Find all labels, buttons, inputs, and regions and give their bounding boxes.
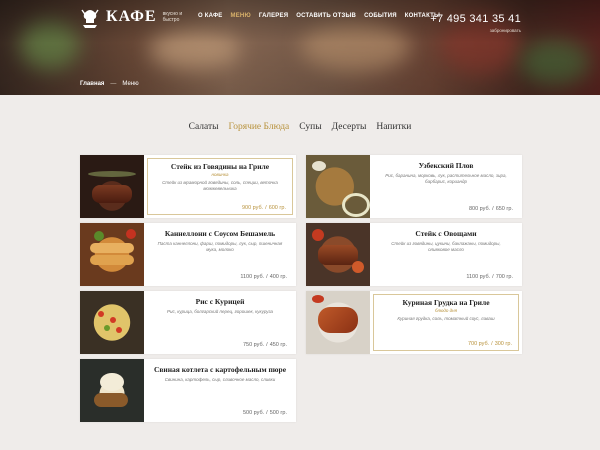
card-description: Свинина, картофель, сыр, сливочное масло… <box>164 377 276 382</box>
nav-item-review[interactable]: Оставить отзыв <box>292 13 360 19</box>
card-body: Каннеллони с Соусом Бешамель Паста канне… <box>147 226 293 283</box>
plov-photo <box>306 155 370 218</box>
weight-value: 400 гр. <box>269 274 287 280</box>
tab-soups[interactable]: Супы <box>299 122 321 132</box>
card-title: Каннеллони с Соусом Бешамель <box>164 229 276 238</box>
card-body: Узбекский Плов Рис, баранина, морковь, л… <box>373 158 519 215</box>
menu-card[interactable]: Свиная котлета с картофельным пюре Свини… <box>80 359 296 422</box>
price-value: 1100 руб. <box>466 274 491 280</box>
price-value: 700 руб. <box>467 341 490 347</box>
hero-banner: КАФЕ вкусно и быстро О кафе Меню Галерея… <box>0 0 600 95</box>
price-value: 1100 руб. <box>240 274 265 280</box>
rice-chicken-photo <box>80 291 144 354</box>
tab-salads[interactable]: Салаты <box>189 122 219 132</box>
logo[interactable]: КАФЕ вкусно и быстро <box>80 6 189 28</box>
steak-photo <box>80 155 144 218</box>
weight-value: 500 гр. <box>269 410 287 416</box>
tab-drinks[interactable]: Напитки <box>376 122 411 132</box>
menu-card[interactable]: Стейк с Овощами Стейк из говядины, цукин… <box>306 223 522 286</box>
card-title: Куриная Грудка на Гриле <box>402 298 490 307</box>
contact-block: +7 495 341 35 41 забронировать <box>430 9 521 33</box>
steak-vegetables-photo <box>306 223 370 286</box>
card-body: Стейк из Говядины на Гриле новинка Стейк… <box>147 158 293 215</box>
price-value: 750 руб. <box>242 342 265 348</box>
card-title: Свиная котлета с картофельным пюре <box>153 365 287 374</box>
card-description: Рис, баранина, морковь, лук, растительно… <box>385 173 507 184</box>
menu-card[interactable]: Стейк из Говядины на Гриле новинка Стейк… <box>80 155 296 218</box>
breadcrumb: Главная — Меню <box>80 81 139 87</box>
logo-tagline: вкусно и быстро <box>162 11 183 23</box>
card-price: 900 руб./600 гр. <box>241 205 286 211</box>
card-title: Стейк с Овощами <box>415 229 477 238</box>
price-value: 900 руб. <box>241 205 264 211</box>
card-description: Куриная грудка, соль, томатный соус, лав… <box>397 316 495 321</box>
card-price: 750 руб./450 гр. <box>242 342 287 348</box>
menu-card[interactable]: Куриная Грудка на Гриле блюдо дня Курина… <box>306 291 522 354</box>
card-body: Свиная котлета с картофельным пюре Свини… <box>147 362 293 419</box>
weight-value: 700 гр. <box>495 274 513 280</box>
card-title: Стейк из Говядины на Гриле <box>170 162 270 171</box>
card-price: 1100 руб./700 гр. <box>466 274 513 280</box>
logo-title: КАФЕ <box>106 8 157 25</box>
chef-logo-icon <box>81 9 99 28</box>
price-value: 800 руб. <box>468 206 491 212</box>
card-description: Рис, курица, болгарский перец, горошек, … <box>166 309 274 314</box>
card-description: Стейк из говядины, цукини, баклажаны, по… <box>391 241 501 252</box>
tab-desserts[interactable]: Десерты <box>332 122 367 132</box>
weight-value: 450 гр. <box>269 342 287 348</box>
main-nav: О кафе Меню Галерея Оставить отзыв Событ… <box>194 13 444 19</box>
weight-value: 300 гр. <box>494 341 512 347</box>
weight-value: 650 гр. <box>495 206 513 212</box>
tab-hot-dishes[interactable]: Горячие Блюда <box>229 122 290 132</box>
card-description: Паста каннеллони, фарш, помидоры, лук, с… <box>157 241 283 252</box>
menu-card[interactable]: Каннеллони с Соусом Бешамель Паста канне… <box>80 223 296 286</box>
card-body: Куриная Грудка на Гриле блюдо дня Курина… <box>373 294 519 351</box>
breadcrumb-current: Меню <box>122 81 139 87</box>
card-body: Рис с Курицей Рис, курица, болгарский пе… <box>147 294 293 351</box>
phone-number[interactable]: +7 495 341 35 41 <box>430 13 521 25</box>
breadcrumb-home[interactable]: Главная <box>80 81 104 87</box>
card-price: 1100 руб./400 гр. <box>240 274 287 280</box>
nav-item-menu[interactable]: Меню <box>227 13 255 19</box>
weight-value: 600 гр. <box>268 205 286 211</box>
card-body: Стейк с Овощами Стейк из говядины, цукин… <box>373 226 519 283</box>
price-value: 500 руб. <box>242 410 265 416</box>
cutlet-photo <box>80 359 144 422</box>
nav-item-events[interactable]: События <box>360 13 401 19</box>
menu-card[interactable]: Узбекский Плов Рис, баранина, морковь, л… <box>306 155 522 218</box>
card-price: 500 руб./500 гр. <box>242 410 287 416</box>
nav-item-about[interactable]: О кафе <box>194 13 227 19</box>
reserve-link[interactable]: забронировать <box>430 28 521 33</box>
card-title: Узбекский Плов <box>418 161 474 170</box>
nav-item-gallery[interactable]: Галерея <box>255 13 292 19</box>
card-description: Стейк из мраморной говядины, соль, специ… <box>162 180 278 191</box>
card-price: 700 руб./300 гр. <box>467 341 512 347</box>
chicken-breast-photo <box>306 291 370 354</box>
category-tabs: Салаты Горячие Блюда Супы Десерты Напитк… <box>0 122 600 132</box>
card-price: 800 руб./650 гр. <box>468 206 513 212</box>
cannelloni-photo <box>80 223 144 286</box>
card-subtitle: блюдо дня <box>435 308 457 313</box>
breadcrumb-separator: — <box>110 81 117 87</box>
menu-card[interactable]: Рис с Курицей Рис, курица, болгарский пе… <box>80 291 296 354</box>
card-subtitle: новинка <box>211 172 229 177</box>
card-title: Рис с Курицей <box>195 297 245 306</box>
